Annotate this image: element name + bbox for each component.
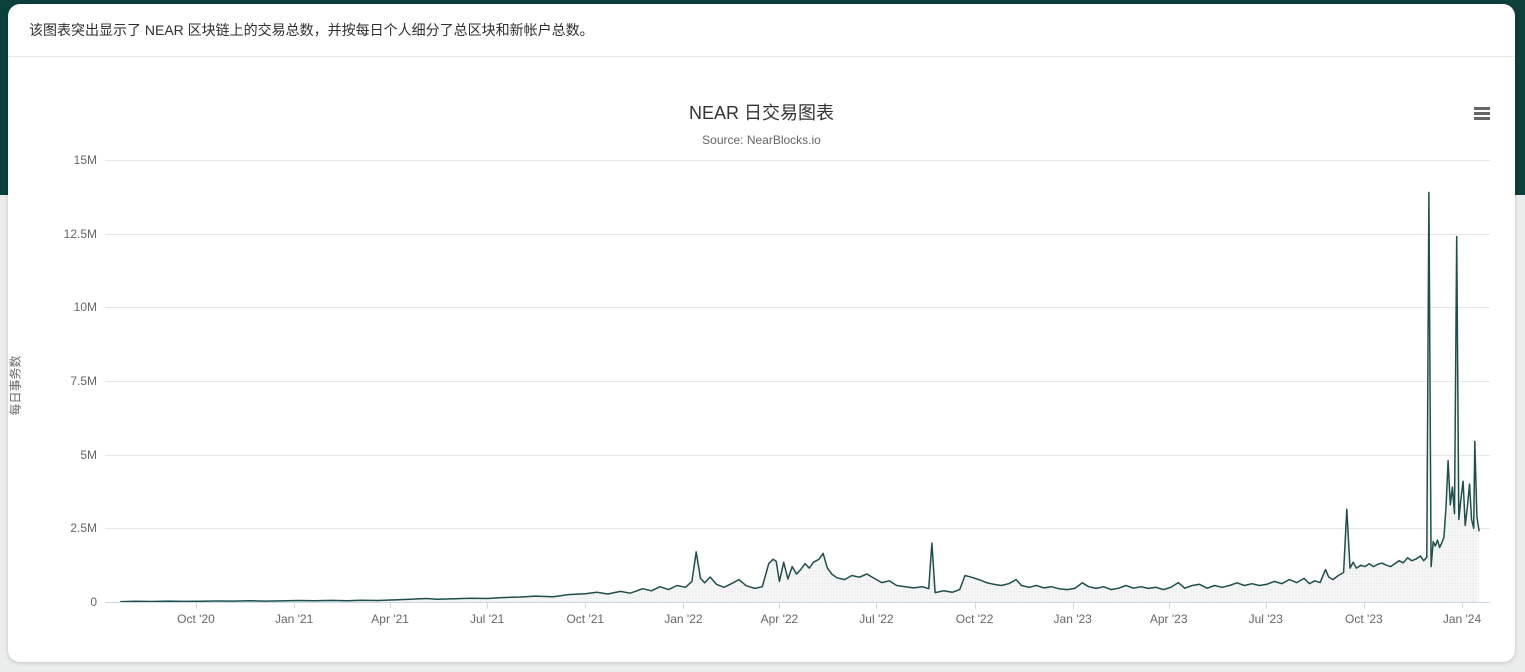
chart-description-bar: 该图表突出显示了 NEAR 区块链上的交易总数，并按每日个人细分了总区块和新帐户… xyxy=(8,4,1515,57)
y-axis-tick-label: 7.5M xyxy=(8,373,97,389)
x-axis-tick-label: Oct '20 xyxy=(177,612,215,626)
y-axis-tick-label: 5M xyxy=(8,447,97,463)
x-axis-tick-label: Jan '24 xyxy=(1443,612,1481,626)
y-axis-tick-label: 15M xyxy=(8,152,97,168)
x-axis-tick-label: Jan '21 xyxy=(275,612,313,626)
page: 该图表突出显示了 NEAR 区块链上的交易总数，并按每日个人细分了总区块和新帐户… xyxy=(0,0,1525,672)
x-axis-tick-label: Oct '21 xyxy=(566,612,604,626)
series xyxy=(120,192,1479,602)
chart-region: NEAR 日交易图表 Source: NearBlocks.io 每日事务数 xyxy=(8,57,1515,662)
x-axis-tick-label: Apr '22 xyxy=(761,612,799,626)
chart-card: 该图表突出显示了 NEAR 区块链上的交易总数，并按每日个人细分了总区块和新帐户… xyxy=(8,4,1515,662)
chart-plot-area[interactable] xyxy=(8,57,1515,662)
gridlines xyxy=(105,161,1490,603)
x-axis-tick-label: Oct '22 xyxy=(956,612,994,626)
axes xyxy=(105,603,1490,609)
x-axis-tick-label: Jan '22 xyxy=(664,612,702,626)
x-axis-tick-label: Jan '23 xyxy=(1054,612,1092,626)
series-line xyxy=(120,192,1479,601)
y-axis-tick-label: 12.5M xyxy=(8,226,97,242)
x-axis-tick-label: Oct '23 xyxy=(1345,612,1383,626)
chart-description: 该图表突出显示了 NEAR 区块链上的交易总数，并按每日个人细分了总区块和新帐户… xyxy=(29,20,594,40)
y-axis-tick-label: 0 xyxy=(8,594,97,610)
x-axis-tick-label: Jul '21 xyxy=(470,612,504,626)
series-area xyxy=(120,192,1479,602)
x-axis-tick-label: Apr '21 xyxy=(371,612,409,626)
x-axis-tick-label: Jul '23 xyxy=(1249,612,1283,626)
y-axis-tick-label: 10M xyxy=(8,299,97,315)
y-axis-tick-label: 2.5M xyxy=(8,520,97,536)
x-axis-tick-label: Jul '22 xyxy=(859,612,893,626)
x-axis-tick-label: Apr '23 xyxy=(1150,612,1188,626)
